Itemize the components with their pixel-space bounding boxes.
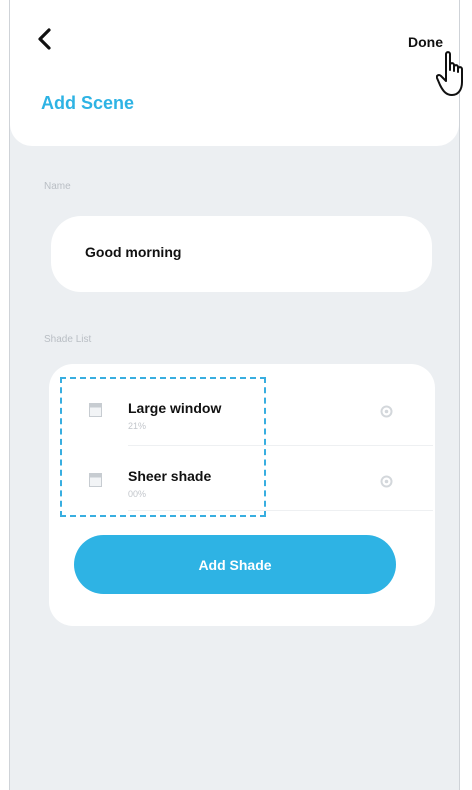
selection-outline xyxy=(60,377,266,517)
settings-icon[interactable] xyxy=(380,405,393,418)
name-field-value: Good morning xyxy=(85,244,182,260)
name-field[interactable]: Good morning xyxy=(51,216,432,292)
settings-icon[interactable] xyxy=(380,475,393,488)
page-title: Add Scene xyxy=(41,93,135,113)
name-section-label: Name xyxy=(44,181,71,192)
hand-pointer-icon xyxy=(436,51,463,96)
shade-list-label: Shade List xyxy=(44,334,92,345)
done-button[interactable]: Done xyxy=(408,34,443,50)
chevron-left-icon[interactable] xyxy=(32,26,58,52)
app-header: Done Add Scene xyxy=(10,0,459,146)
add-shade-button[interactable]: Add Shade xyxy=(74,535,396,594)
